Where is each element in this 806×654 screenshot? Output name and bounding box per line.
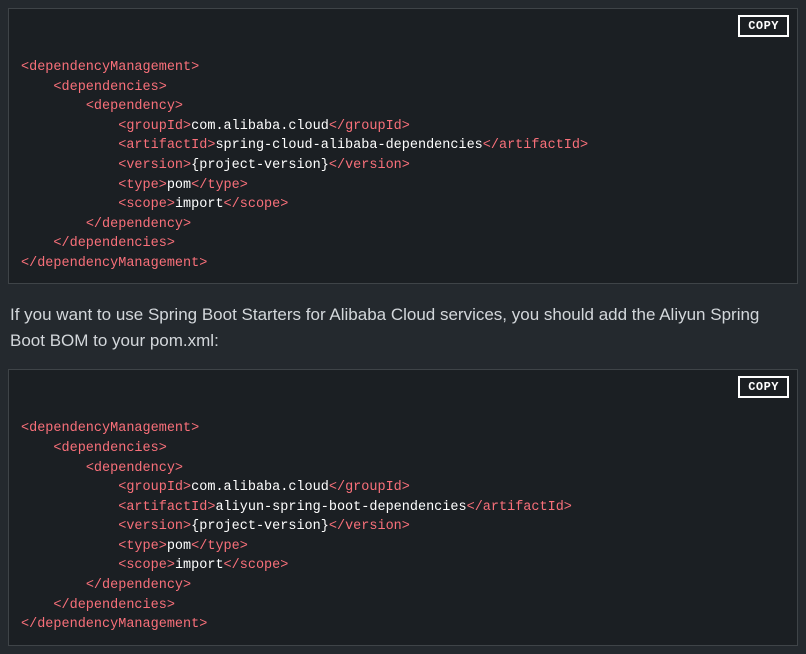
- xml-text: import: [175, 197, 224, 212]
- copy-button[interactable]: COPY: [738, 15, 789, 37]
- xml-tag: <scope>: [118, 197, 175, 212]
- xml-tag: </scope>: [224, 197, 289, 212]
- xml-tag: </type>: [191, 178, 248, 193]
- xml-tag: <dependencies>: [53, 441, 166, 456]
- paragraph: If you want to use Spring Boot Starters …: [10, 302, 796, 353]
- xml-tag: </dependency>: [86, 217, 191, 232]
- xml-tag: <type>: [118, 539, 167, 554]
- copy-button[interactable]: COPY: [738, 376, 789, 398]
- xml-tag: </dependencies>: [53, 236, 175, 251]
- xml-tag: <dependency>: [86, 461, 183, 476]
- xml-tag: <version>: [118, 158, 191, 173]
- xml-tag: </version>: [329, 158, 410, 173]
- xml-tag: <dependencyManagement>: [21, 421, 199, 436]
- xml-tag: <groupId>: [118, 480, 191, 495]
- xml-tag: </groupId>: [329, 119, 410, 134]
- xml-text: com.alibaba.cloud: [191, 480, 329, 495]
- xml-text: pom: [167, 539, 191, 554]
- xml-tag: </version>: [329, 519, 410, 534]
- xml-tag: </groupId>: [329, 480, 410, 495]
- xml-tag: </dependencies>: [53, 598, 175, 613]
- xml-tag: <artifactId>: [118, 500, 215, 515]
- xml-tag: <artifactId>: [118, 138, 215, 153]
- xml-tag: </dependency>: [86, 578, 191, 593]
- code-block-1: COPY <dependencyManagement> <dependencie…: [8, 8, 798, 284]
- xml-tag: </artifactId>: [483, 138, 588, 153]
- xml-tag: <type>: [118, 178, 167, 193]
- xml-tag: </artifactId>: [467, 500, 572, 515]
- xml-tag: </scope>: [224, 558, 289, 573]
- xml-tag: <dependencies>: [53, 80, 166, 95]
- xml-tag: <scope>: [118, 558, 175, 573]
- xml-tag: <groupId>: [118, 119, 191, 134]
- xml-text: aliyun-spring-boot-dependencies: [215, 500, 466, 515]
- xml-text: {project-version}: [191, 519, 329, 534]
- xml-tag: </type>: [191, 539, 248, 554]
- xml-tag: <dependencyManagement>: [21, 60, 199, 75]
- code-block-2: COPY <dependencyManagement> <dependencie…: [8, 369, 798, 645]
- xml-text: {project-version}: [191, 158, 329, 173]
- xml-text: pom: [167, 178, 191, 193]
- xml-text: import: [175, 558, 224, 573]
- xml-tag: </dependencyManagement>: [21, 256, 207, 271]
- xml-tag: </dependencyManagement>: [21, 617, 207, 632]
- xml-tag: <version>: [118, 519, 191, 534]
- xml-text: com.alibaba.cloud: [191, 119, 329, 134]
- xml-text: spring-cloud-alibaba-dependencies: [215, 138, 482, 153]
- xml-tag: <dependency>: [86, 99, 183, 114]
